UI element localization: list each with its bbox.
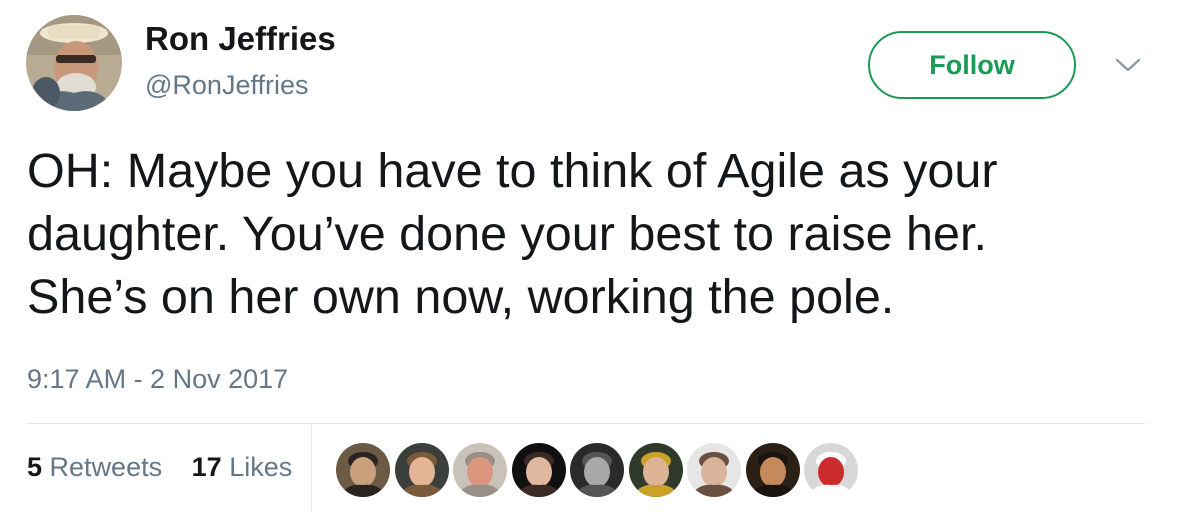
retweets-count: 5	[27, 452, 43, 482]
liker-avatar[interactable]	[685, 441, 743, 499]
liker-avatar-9-icon	[804, 443, 858, 497]
stats-divider	[311, 424, 312, 512]
retweets-label: Retweets	[49, 452, 163, 482]
author-handle[interactable]: @RonJeffries	[145, 70, 308, 101]
likes-label: Likes	[229, 452, 293, 482]
likes-count: 17	[191, 452, 222, 482]
liker-avatar-5-icon	[570, 443, 624, 497]
tweet-text-line: She’s on her own now, working the pole.	[27, 270, 895, 324]
liker-avatar-1-icon	[336, 443, 390, 497]
follow-button[interactable]: Follow	[868, 31, 1076, 99]
liker-avatar[interactable]	[451, 441, 509, 499]
divider	[27, 423, 1145, 424]
liker-avatar[interactable]	[509, 441, 568, 499]
tweet-text-line: OH: Maybe you have to think of Agile as …	[27, 144, 998, 198]
tweet-text-line: daughter. You’ve done your best to raise…	[27, 207, 987, 261]
liker-avatar-3-icon	[453, 443, 507, 497]
liker-avatar-8-icon	[745, 443, 800, 497]
liker-avatar-7-icon	[687, 443, 741, 497]
liker-avatar[interactable]	[626, 441, 685, 499]
author-avatar[interactable]	[26, 15, 122, 111]
liker-avatar-6-icon	[628, 443, 683, 497]
likes-stat[interactable]: 17 Likes	[192, 452, 293, 482]
author-display-name[interactable]: Ron Jeffries	[145, 20, 336, 58]
chevron-down-icon[interactable]	[1113, 55, 1143, 75]
liker-avatar[interactable]	[392, 441, 451, 499]
liker-avatar[interactable]	[743, 441, 802, 499]
tweet-stats: 5 Retweets 17 Likes	[27, 452, 314, 483]
liker-avatar[interactable]	[568, 441, 626, 499]
tweet-timestamp[interactable]: 9:17 AM - 2 Nov 2017	[27, 364, 288, 395]
profile-photo-icon	[26, 15, 122, 111]
retweets-stat[interactable]: 5 Retweets	[27, 452, 162, 482]
liker-avatar-2-icon	[394, 443, 449, 497]
liker-avatar[interactable]	[334, 441, 392, 499]
liker-avatar-4-icon	[511, 443, 566, 497]
liker-avatar[interactable]	[802, 441, 860, 499]
tweet-text: OH: Maybe you have to think of Agile as …	[27, 140, 1157, 329]
